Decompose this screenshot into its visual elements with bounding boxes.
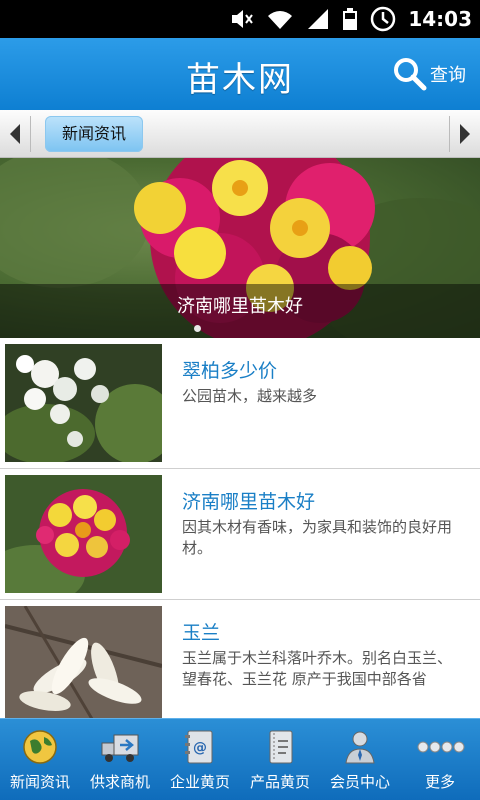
item-title: 玉兰 [182, 622, 221, 644]
globe-icon [23, 730, 57, 764]
search-button[interactable]: 查询 [392, 56, 466, 92]
nav-label: 企业黄页 [169, 773, 230, 791]
list-item[interactable]: 翠柏多少价 公园苗木，越来越多 [0, 338, 480, 469]
carousel-indicator [194, 325, 201, 332]
chevron-left-icon[interactable] [8, 122, 22, 146]
alarm-icon [371, 6, 396, 32]
nav-member-center[interactable]: 会员中心 [320, 719, 400, 800]
nav-label: 产品黄页 [249, 773, 310, 791]
svg-text:@: @ [193, 740, 207, 756]
divider [30, 116, 31, 152]
nav-label: 更多 [424, 773, 455, 791]
nav-news[interactable]: 新闻资讯 [0, 719, 80, 800]
chevron-right-icon[interactable] [458, 122, 472, 146]
notebook-icon [269, 730, 293, 764]
item-title: 翠柏多少价 [182, 360, 278, 382]
address-book-icon: @ [185, 730, 213, 764]
nav-more[interactable]: 更多 [400, 719, 480, 800]
list-item[interactable]: 济南哪里苗木好 因其木材有香味，为家具和装饰的良好用材。 [0, 469, 480, 600]
thumbnail-white-flowers [5, 344, 162, 462]
user-icon [345, 731, 375, 764]
nav-label: 会员中心 [329, 773, 390, 791]
thumbnail-lantana-flower [5, 475, 162, 593]
nav-supply-demand[interactable]: 供求商机 [80, 719, 160, 800]
divider [449, 116, 450, 152]
more-dots-icon [417, 741, 465, 753]
list-item[interactable]: 玉兰 玉兰属于木兰科落叶乔木。别名白玉兰、望春花、玉兰花 原产于我国中部各省 [0, 600, 480, 718]
status-time: 14:03 [408, 7, 472, 31]
item-desc: 玉兰属于木兰科落叶乔木。别名白玉兰、望春花、玉兰花 原产于我国中部各省 [182, 649, 453, 688]
category-bar: 新闻资讯 [0, 110, 480, 158]
thumbnail-magnolia [5, 606, 162, 718]
item-title: 济南哪里苗木好 [182, 491, 316, 513]
status-bar: 14:03 [0, 0, 480, 38]
banner-caption: 济南哪里苗木好 [177, 296, 303, 317]
search-icon [394, 58, 427, 91]
battery-icon [343, 8, 358, 30]
item-desc: 公园苗木，越来越多 [182, 387, 318, 405]
nav-label: 新闻资讯 [9, 773, 70, 791]
signal-icon [308, 9, 329, 29]
tab-news[interactable]: 新闻资讯 [45, 116, 143, 152]
nav-product-directory[interactable]: 产品黄页 [240, 719, 320, 800]
wifi-icon [268, 11, 293, 29]
truck-icon [101, 734, 139, 762]
search-label: 查询 [430, 65, 466, 86]
title-bar: 苗木网 查询 [0, 38, 480, 110]
banner-carousel[interactable]: 济南哪里苗木好 [0, 158, 480, 338]
nav-label: 供求商机 [89, 773, 150, 791]
item-desc: 因其木材有香味，为家具和装饰的良好用材。 [182, 518, 453, 557]
mute-icon [232, 10, 254, 28]
nav-company-directory[interactable]: @ 企业黄页 [160, 719, 240, 800]
news-list: 翠柏多少价 公园苗木，越来越多 济南哪里苗木好 因其木材有香味，为家具和装饰的良… [0, 338, 480, 718]
bottom-nav: 新闻资讯 供求商机 @ 企业黄页 产品黄页 会员中心 更多 [0, 718, 480, 800]
